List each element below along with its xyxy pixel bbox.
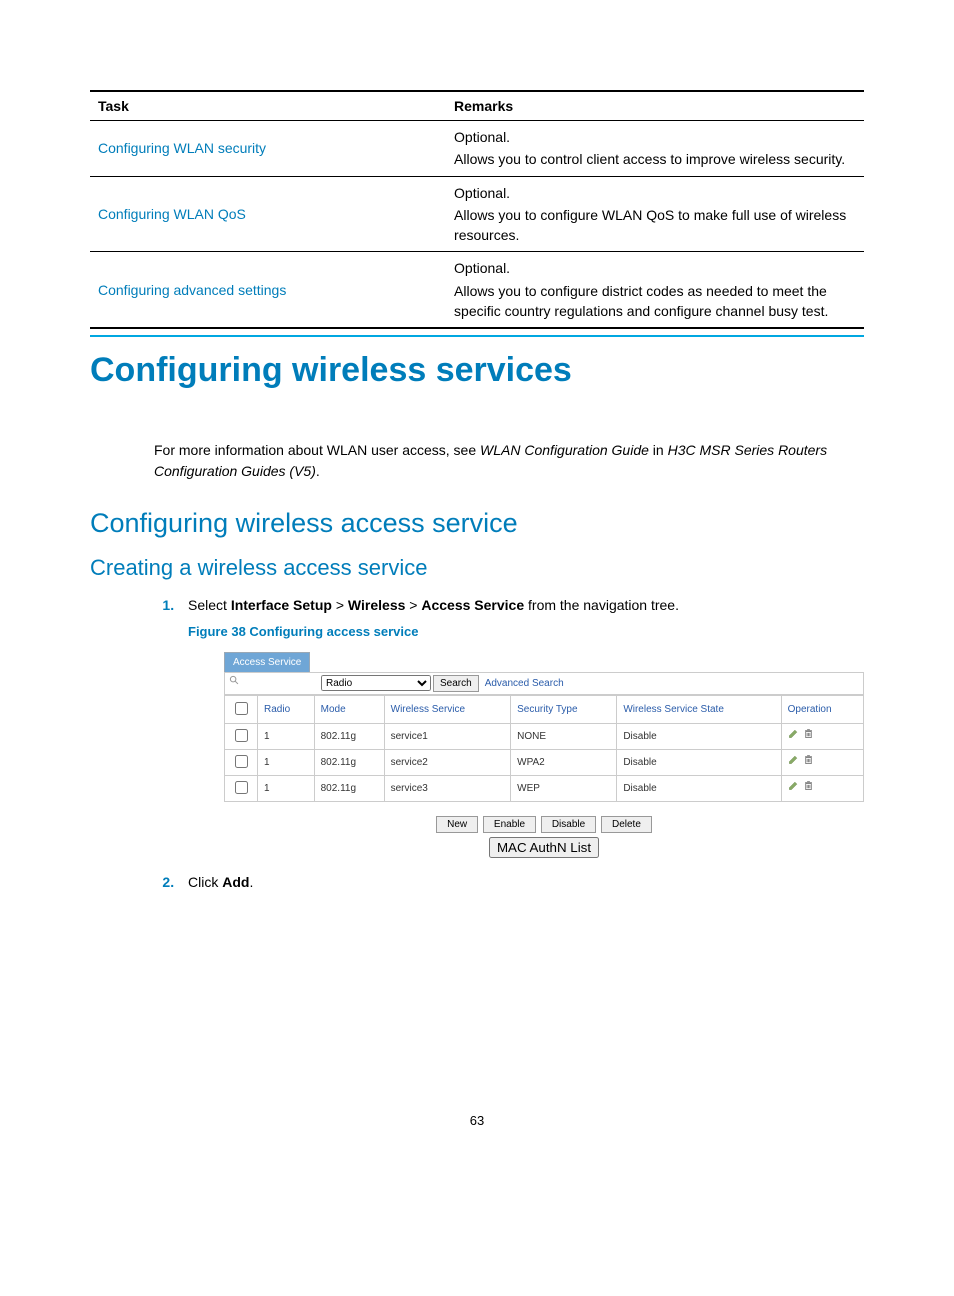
cell-security-type: WPA2 xyxy=(511,749,617,775)
heading-2: Configuring wireless access service xyxy=(90,508,864,539)
col-mode[interactable]: Mode xyxy=(314,695,384,723)
link-advanced-settings[interactable]: Configuring advanced settings xyxy=(98,282,286,298)
heading-1: Configuring wireless services xyxy=(90,351,864,390)
edit-icon[interactable] xyxy=(788,754,799,770)
remark-text: Allows you to configure district codes a… xyxy=(454,281,856,322)
col-security-type[interactable]: Security Type xyxy=(511,695,617,723)
heading-3: Creating a wireless access service xyxy=(90,555,864,581)
optional-label: Optional. xyxy=(454,127,856,147)
cell-service-state: Disable xyxy=(617,723,781,749)
search-icon xyxy=(227,675,319,691)
cell-radio: 1 xyxy=(258,749,315,775)
figure-caption: Figure 38 Configuring access service xyxy=(188,622,864,642)
cell-operation xyxy=(781,749,863,775)
cell-service-state: Disable xyxy=(617,775,781,801)
task-table: Task Remarks Configuring WLAN security O… xyxy=(90,90,864,329)
table-row: 1802.11gservice3WEPDisable xyxy=(225,775,864,801)
row-checkbox[interactable] xyxy=(235,781,248,794)
trash-icon[interactable] xyxy=(803,728,814,744)
col-remarks: Remarks xyxy=(446,91,864,121)
cell-operation xyxy=(781,723,863,749)
cell-mode: 802.11g xyxy=(314,775,384,801)
table-row: 1802.11gservice1NONEDisable xyxy=(225,723,864,749)
step-1: Select Interface Setup > Wireless > Acce… xyxy=(178,595,864,858)
edit-icon[interactable] xyxy=(788,780,799,796)
section-rule xyxy=(90,335,864,337)
col-service-state[interactable]: Wireless Service State xyxy=(617,695,781,723)
action-row: New Enable Disable Delete xyxy=(224,816,864,833)
remark-text: Allows you to configure WLAN QoS to make… xyxy=(454,205,856,246)
tab-access-service[interactable]: Access Service xyxy=(224,652,310,672)
search-field-select[interactable]: Radio xyxy=(321,675,431,691)
cell-security-type: NONE xyxy=(511,723,617,749)
trash-icon[interactable] xyxy=(803,754,814,770)
cell-radio: 1 xyxy=(258,775,315,801)
delete-button[interactable]: Delete xyxy=(601,816,652,833)
search-bar: Radio Search Advanced Search xyxy=(224,672,864,695)
col-task: Task xyxy=(90,91,446,121)
cell-operation xyxy=(781,775,863,801)
cell-mode: 802.11g xyxy=(314,723,384,749)
link-wlan-qos[interactable]: Configuring WLAN QoS xyxy=(98,206,246,222)
optional-label: Optional. xyxy=(454,183,856,203)
col-radio[interactable]: Radio xyxy=(258,695,315,723)
edit-icon[interactable] xyxy=(788,728,799,744)
select-all-checkbox[interactable] xyxy=(235,702,248,715)
step-2: Click Add. xyxy=(178,872,864,893)
trash-icon[interactable] xyxy=(803,780,814,796)
page-number: 63 xyxy=(90,1113,864,1128)
enable-button[interactable]: Enable xyxy=(483,816,536,833)
advanced-search-link[interactable]: Advanced Search xyxy=(485,676,564,691)
link-wlan-security[interactable]: Configuring WLAN security xyxy=(98,140,266,156)
disable-button[interactable]: Disable xyxy=(541,816,596,833)
figure-screenshot: Access Service Radio Search Advanced Sea… xyxy=(224,652,864,858)
col-wireless-service[interactable]: Wireless Service xyxy=(384,695,511,723)
row-checkbox[interactable] xyxy=(235,729,248,742)
new-button[interactable]: New xyxy=(436,816,478,833)
remark-text: Allows you to control client access to i… xyxy=(454,149,856,169)
optional-label: Optional. xyxy=(454,258,856,278)
row-checkbox[interactable] xyxy=(235,755,248,768)
cell-radio: 1 xyxy=(258,723,315,749)
intro-paragraph: For more information about WLAN user acc… xyxy=(154,440,864,482)
table-row: 1802.11gservice2WPA2Disable xyxy=(225,749,864,775)
cell-wireless-service: service1 xyxy=(384,723,511,749)
cell-wireless-service: service3 xyxy=(384,775,511,801)
service-table: Radio Mode Wireless Service Security Typ… xyxy=(224,695,864,802)
cell-service-state: Disable xyxy=(617,749,781,775)
cell-security-type: WEP xyxy=(511,775,617,801)
search-button[interactable]: Search xyxy=(433,675,479,692)
cell-wireless-service: service2 xyxy=(384,749,511,775)
mac-authn-button[interactable]: MAC AuthN List xyxy=(489,837,599,858)
col-operation: Operation xyxy=(781,695,863,723)
cell-mode: 802.11g xyxy=(314,749,384,775)
